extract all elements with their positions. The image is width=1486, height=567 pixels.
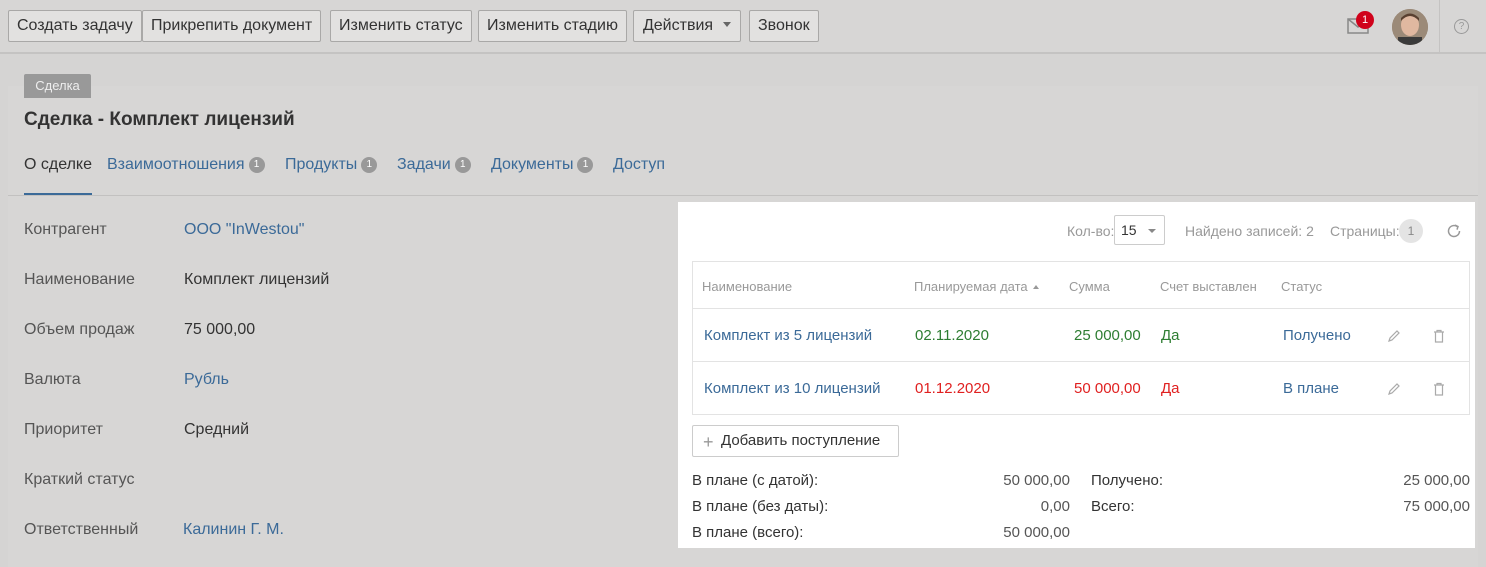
- chevron-down-icon: [723, 22, 732, 28]
- field-label-currency: Валюта: [24, 371, 81, 388]
- total-label: Всего:: [1091, 498, 1135, 515]
- tab-count-badge: 1: [454, 157, 471, 173]
- tab-count-badge: 1: [577, 157, 594, 173]
- call-button[interactable]: Звонок: [749, 10, 819, 42]
- payment-sum: 25 000,00: [1074, 327, 1141, 344]
- field-label-volume: Объем продаж: [24, 321, 135, 338]
- page-title: Сделка - Комплект лицензий: [24, 109, 295, 130]
- column-header[interactable]: Счет выставлен: [1160, 279, 1257, 294]
- field-label-short-status: Краткий статус: [24, 471, 135, 488]
- edit-icon[interactable]: [1387, 329, 1401, 343]
- user-avatar[interactable]: [1392, 9, 1428, 45]
- payment-name-link[interactable]: Комплект из 10 лицензий: [704, 380, 880, 397]
- change-stage-button[interactable]: Изменить стадию: [478, 10, 627, 42]
- avatar-image-icon: [1392, 9, 1428, 45]
- qty-select[interactable]: 15: [1114, 215, 1165, 245]
- edit-icon[interactable]: [1387, 382, 1401, 396]
- payment-date: 02.11.2020: [915, 327, 989, 344]
- payment-status: Получено: [1283, 327, 1351, 344]
- tab-products[interactable]: Продукты 1: [285, 156, 378, 196]
- delete-icon[interactable]: [1432, 382, 1446, 396]
- top-toolbar: Создать задачу Прикрепить документ Измен…: [0, 0, 1486, 54]
- create-task-button[interactable]: Создать задачу: [8, 10, 142, 42]
- sort-asc-icon: [1032, 285, 1039, 289]
- field-label-priority: Приоритет: [24, 421, 103, 438]
- pages-label: Страницы:: [1330, 223, 1400, 239]
- deal-name-value: Комплект лицензий: [184, 271, 330, 288]
- entity-type-tag: Сделка: [24, 74, 91, 98]
- qty-label: Кол-во:: [1067, 223, 1115, 239]
- field-label-responsible: Ответственный: [24, 521, 139, 538]
- actions-label: Действия: [642, 17, 714, 34]
- field-label-counterparty: Контрагент: [24, 221, 107, 238]
- tab-label: Доступ: [613, 156, 666, 173]
- page-number-button[interactable]: 1: [1399, 219, 1423, 243]
- planned-dated-label: В плане (с датой):: [692, 472, 819, 489]
- chevron-down-icon: [1148, 229, 1156, 233]
- attach-document-button[interactable]: Прикрепить документ: [142, 10, 322, 42]
- refresh-icon[interactable]: [1446, 223, 1462, 239]
- toolbar-divider: [1439, 0, 1440, 54]
- tab-documents[interactable]: Документы 1: [491, 156, 594, 196]
- planned-total-label: В плане (всего):: [692, 524, 804, 541]
- tab-count-badge: 1: [248, 157, 265, 173]
- payment-sum: 50 000,00: [1074, 380, 1141, 397]
- tab-relations[interactable]: Взаимоотношения 1: [107, 156, 265, 196]
- invoiced-value: Да: [1161, 327, 1180, 344]
- tab-tasks[interactable]: Задачи 1: [397, 156, 471, 196]
- total-value: 75 000,00: [1403, 498, 1470, 515]
- tab-access[interactable]: Доступ: [613, 156, 665, 196]
- responsible-link[interactable]: Калинин Г. М.: [183, 521, 284, 539]
- table-divider: [693, 361, 1469, 362]
- column-header-label: Планируемая дата: [914, 279, 1028, 294]
- notification-badge: 1: [1356, 11, 1374, 29]
- planned-undated-label: В плане (без даты):: [692, 498, 829, 515]
- tab-label: Задачи: [397, 156, 451, 173]
- received-value: 25 000,00: [1403, 472, 1470, 489]
- tab-label: О сделке: [24, 156, 93, 173]
- planned-dated-value: 50 000,00: [1003, 472, 1070, 489]
- column-header[interactable]: Наименование: [702, 279, 792, 294]
- tab-label: Документы: [491, 156, 574, 173]
- sales-volume-value: 75 000,00: [184, 321, 256, 338]
- received-label: Получено:: [1091, 472, 1163, 489]
- add-payment-label: Добавить поступление: [721, 432, 881, 449]
- payments-table: Наименование Планируемая дата Сумма Счет…: [692, 261, 1470, 415]
- tab-about[interactable]: О сделке: [24, 156, 93, 196]
- add-payment-button[interactable]: + Добавить поступление: [692, 425, 899, 457]
- column-header[interactable]: Сумма: [1069, 279, 1110, 294]
- table-divider: [693, 308, 1469, 309]
- column-header-sorted[interactable]: Планируемая дата: [914, 279, 1039, 294]
- tab-count-badge: 1: [361, 157, 378, 173]
- payment-status: В плане: [1283, 380, 1340, 397]
- planned-undated-value: 0,00: [1040, 498, 1070, 515]
- column-header[interactable]: Статус: [1281, 279, 1322, 294]
- actions-dropdown-button[interactable]: Действия: [633, 10, 741, 42]
- tab-label: Взаимоотношения: [107, 156, 245, 173]
- priority-value: Средний: [184, 421, 250, 438]
- qty-value: 15: [1121, 222, 1137, 238]
- tab-label: Продукты: [285, 156, 358, 173]
- currency-link[interactable]: Рубль: [184, 371, 229, 389]
- payment-name-link[interactable]: Комплект из 5 лицензий: [704, 327, 872, 344]
- tabs-divider: [8, 195, 1478, 196]
- delete-icon[interactable]: [1432, 329, 1446, 343]
- help-icon[interactable]: ?: [1454, 19, 1469, 34]
- counterparty-link[interactable]: ООО "InWestou": [184, 221, 304, 239]
- plus-icon: +: [703, 432, 714, 452]
- change-status-button[interactable]: Изменить статус: [330, 10, 472, 42]
- planned-total-value: 50 000,00: [1003, 524, 1070, 541]
- payment-date: 01.12.2020: [915, 380, 991, 397]
- records-found: Найдено записей: 2: [1185, 223, 1314, 239]
- field-label-name: Наименование: [24, 271, 135, 288]
- invoiced-value: Да: [1161, 380, 1180, 397]
- payments-panel: Кол-во: 15 Найдено записей: 2 Страницы: …: [678, 202, 1475, 548]
